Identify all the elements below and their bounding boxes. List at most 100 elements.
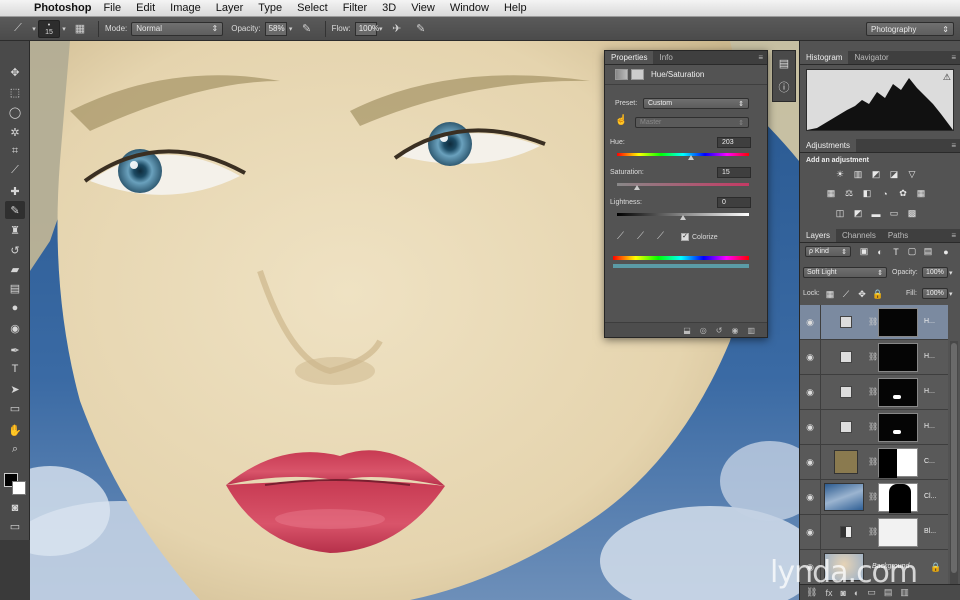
layer-row[interactable]: ◉ ⛓ H... (800, 375, 948, 410)
type-tool-icon[interactable]: T (5, 360, 25, 378)
shape-tool-icon[interactable]: ▭ (5, 399, 25, 417)
link-icon[interactable]: ⛓ (868, 422, 878, 431)
brush-tool-icon[interactable]: ✎ (5, 201, 25, 219)
path-selection-icon[interactable]: ➤ (5, 380, 25, 398)
chevron-down-icon[interactable]: ▾ (30, 21, 38, 37)
layer-filter-dropdown[interactable]: ρ Kind ⇕ (805, 246, 851, 257)
chevron-down-icon[interactable]: ▾ (377, 21, 385, 37)
layer-mask-thumbnail[interactable] (878, 448, 918, 478)
move-tool-icon[interactable]: ✥ (5, 63, 25, 81)
tab-paths[interactable]: Paths (882, 229, 914, 242)
brush-preset-picker[interactable]: • 15 (38, 19, 60, 38)
layer-row[interactable]: ◉ ⛓ Bl... (800, 515, 948, 550)
fill-field[interactable]: 100% (922, 288, 948, 299)
layers-scrollbar[interactable] (950, 341, 958, 584)
menu-select[interactable]: Select (297, 2, 328, 14)
visibility-eye-icon[interactable]: ◉ (803, 351, 817, 363)
menu-help[interactable]: Help (504, 2, 527, 14)
lock-position-icon[interactable]: ✥ (856, 289, 868, 300)
filter-toggle-icon[interactable]: ● (940, 246, 952, 257)
layer-row[interactable]: ◉ ⛓ Cl... (800, 480, 948, 515)
layer-mask-thumbnail[interactable] (878, 378, 918, 407)
channel-mixer-icon[interactable]: ✿ (897, 188, 909, 199)
menu-filter[interactable]: Filter (343, 2, 367, 14)
pen-tool-icon[interactable]: ✒ (5, 341, 25, 359)
levels-icon[interactable]: ▥ (852, 169, 864, 180)
filter-smart-icon[interactable]: ▤ (922, 246, 934, 257)
color-lookup-icon[interactable]: ▦ (915, 188, 927, 199)
tab-channels[interactable]: Channels (836, 229, 882, 242)
lightness-field[interactable]: 0 (717, 197, 751, 208)
pressure-opacity-icon[interactable]: ✎ (299, 21, 315, 37)
airbrush-icon[interactable]: ✈ (389, 21, 405, 37)
chevron-down-icon[interactable]: ▾ (949, 290, 953, 298)
layer-name[interactable]: H... (924, 353, 935, 360)
link-icon[interactable]: ⛓ (868, 457, 878, 466)
stamp-tool-icon[interactable]: ♜ (5, 221, 25, 239)
crop-tool-icon[interactable]: ⌗ (5, 142, 25, 160)
panel-menu-icon[interactable]: ≡ (758, 51, 767, 64)
chevron-down-icon[interactable]: ▾ (60, 21, 68, 37)
menu-edit[interactable]: Edit (136, 2, 155, 14)
eyedropper-plus-icon[interactable]: ⟋ (637, 231, 644, 242)
colorize-checkbox[interactable]: ✓ (681, 233, 689, 241)
brush-tool-icon[interactable]: ⟋ (10, 21, 26, 37)
link-icon[interactable]: ⛓ (868, 527, 878, 536)
lasso-tool-icon[interactable]: ◯ (5, 103, 25, 121)
lock-transparent-icon[interactable]: ▦ (824, 289, 836, 300)
hue-field[interactable]: 203 (717, 137, 751, 148)
opacity-field[interactable]: 58% (264, 21, 287, 36)
layer-row[interactable]: ◉ ⛓ H... (800, 410, 948, 445)
tab-layers[interactable]: Layers (800, 229, 837, 242)
color-balance-icon[interactable]: ⚖ (843, 188, 855, 199)
reset-icon[interactable]: ↺ (716, 326, 723, 335)
mode-dropdown[interactable]: Normal ⇕ (131, 21, 224, 36)
info-dock-icon[interactable]: ⓘ (773, 75, 795, 99)
filter-type-icon[interactable]: T (890, 246, 902, 257)
layer-mask-thumbnail[interactable] (878, 343, 918, 372)
clip-to-layer-icon[interactable]: ⬓ (683, 326, 691, 335)
menu-3d[interactable]: 3D (382, 2, 396, 14)
gradient-tool-icon[interactable]: ▤ (5, 279, 25, 297)
marquee-tool-icon[interactable]: ⬚ (5, 83, 25, 101)
hue-slider-thumb[interactable] (688, 155, 695, 160)
chevron-down-icon[interactable]: ▾ (949, 269, 953, 277)
exposure-icon[interactable]: ◪ (888, 169, 900, 180)
menu-file[interactable]: File (103, 2, 121, 14)
threshold-icon[interactable]: ▬ (870, 208, 882, 219)
filter-shape-icon[interactable]: ▢ (906, 246, 918, 257)
hue-slider[interactable] (617, 153, 749, 156)
eraser-tool-icon[interactable]: ▰ (5, 260, 25, 278)
panel-menu-icon[interactable]: ≡ (951, 229, 960, 242)
blend-mode-dropdown[interactable]: Soft Light ⇕ (803, 267, 887, 278)
visibility-eye-icon[interactable]: ◉ (803, 526, 817, 538)
filter-adjust-icon[interactable]: ◐ (874, 246, 886, 257)
layer-name[interactable]: Bl... (924, 528, 936, 535)
zoom-tool-icon[interactable]: ⌕ (5, 440, 25, 458)
brush-panel-icon[interactable]: ▦ (72, 21, 88, 37)
tab-info[interactable]: Info (653, 51, 678, 64)
dodge-tool-icon[interactable]: ◉ (5, 319, 25, 337)
lock-pixels-icon[interactable]: ⟋ (840, 289, 852, 300)
blur-tool-icon[interactable]: ● (5, 299, 25, 317)
visibility-icon[interactable]: ◉ (731, 326, 738, 335)
visibility-eye-icon[interactable]: ◉ (803, 386, 817, 398)
posterize-icon[interactable]: ◩ (852, 208, 864, 219)
panel-menu-icon[interactable]: ≡ (951, 139, 960, 152)
view-previous-icon[interactable]: ◎ (700, 326, 707, 335)
mask-icon[interactable] (631, 69, 644, 80)
photo-filter-icon[interactable]: ◔ (879, 188, 891, 199)
screen-mode-icon[interactable]: ▭ (5, 517, 25, 535)
hand-tool-icon[interactable]: ✋ (5, 421, 25, 439)
tab-adjustments[interactable]: Adjustments (800, 139, 857, 152)
gradient-map-icon[interactable]: ▭ (888, 208, 900, 219)
invert-icon[interactable]: ◫ (834, 208, 846, 219)
saturation-field[interactable]: 15 (717, 167, 751, 178)
eyedropper-tool-icon[interactable]: ⟋ (5, 161, 25, 179)
eyedropper-minus-icon[interactable]: ⟋ (657, 231, 664, 242)
history-brush-icon[interactable]: ↺ (5, 241, 25, 259)
lightness-slider-thumb[interactable] (680, 215, 686, 220)
app-menu[interactable]: Photoshop (34, 2, 91, 14)
black-white-icon[interactable]: ◧ (861, 188, 873, 199)
properties-dock-icon[interactable]: ▤ (773, 51, 795, 75)
